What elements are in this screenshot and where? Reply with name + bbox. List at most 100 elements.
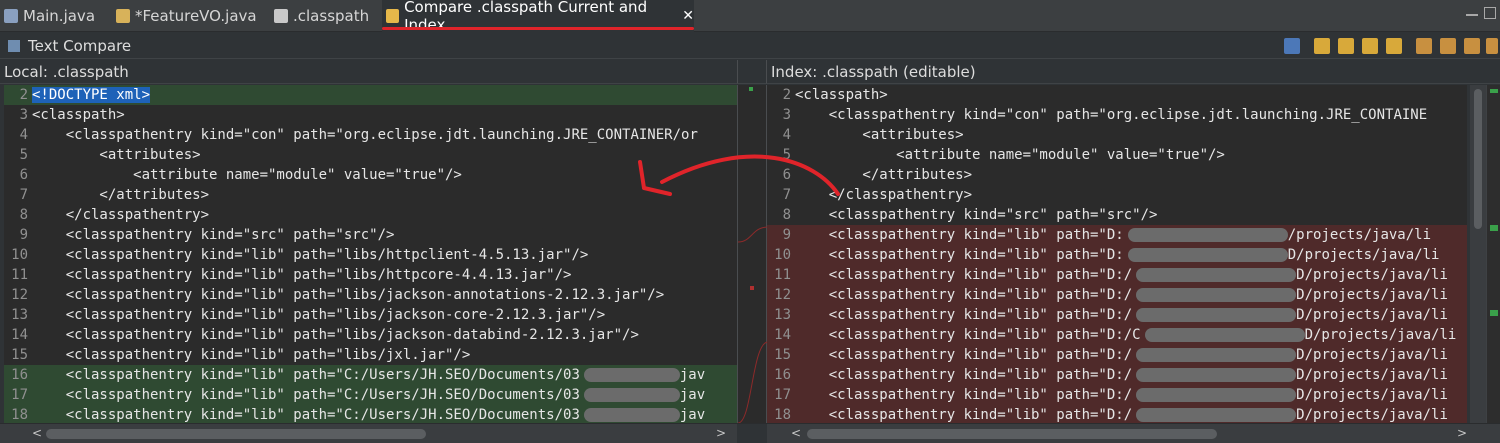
code-content-tail: D/projects/java/li — [1296, 347, 1448, 363]
code-text: <classpath> — [795, 85, 888, 105]
code-line[interactable]: 8 <classpathentry kind="src" path="src"/… — [767, 205, 1467, 225]
next-difference-icon[interactable] — [1416, 38, 1432, 54]
line-number: 9 — [19, 227, 28, 243]
code-line[interactable]: 12 <classpathentry kind="lib" path="libs… — [4, 285, 737, 305]
code-content: <classpath> — [795, 87, 888, 103]
line-number: 17 — [774, 387, 791, 403]
code-text: </attributes> — [32, 185, 209, 205]
right-editor[interactable]: 2 <classpath> 3 <classpathentry kind="con"… — [767, 85, 1467, 423]
scroll-right-arrow-icon[interactable]: > — [1457, 426, 1467, 440]
code-text: <classpathentry kind="lib" path="D:/ D/pr… — [795, 345, 1448, 365]
compare-icon — [386, 9, 400, 23]
code-line[interactable]: 17 <classpathentry kind="lib" path="D:/ D… — [767, 385, 1467, 405]
copy-current-left-icon[interactable] — [1338, 38, 1354, 54]
code-text: <classpathentry kind="lib" path="D:/ D/pr… — [795, 385, 1448, 405]
previous-change-icon[interactable] — [1486, 38, 1498, 54]
code-line[interactable]: 3 <classpath> — [4, 105, 737, 125]
code-line[interactable]: 10 <classpathentry kind="lib" path="D: D/… — [767, 245, 1467, 265]
scroll-right-arrow-icon[interactable]: > — [716, 426, 726, 440]
code-content: <classpathentry kind="lib" path="libs/ja… — [32, 287, 665, 303]
code-text: <classpathentry kind="con" path="org.ecl… — [795, 105, 1427, 125]
code-content: <classpath> — [32, 107, 125, 123]
redacted-text — [583, 388, 680, 402]
code-content: <classpathentry kind="con" path="org.ecl… — [32, 127, 698, 143]
scroll-left-arrow-icon[interactable]: < — [791, 426, 801, 440]
code-content: <classpathentry kind="lib" path="D:/ — [795, 267, 1133, 283]
code-text: <classpathentry kind="lib" path="D:/ D/pr… — [795, 265, 1448, 285]
tab-compare-classpath[interactable]: Compare .classpath Current and Index ✕ — [382, 0, 694, 34]
code-line[interactable]: 11 <classpathentry kind="lib" path="D:/ D… — [767, 265, 1467, 285]
left-editor[interactable]: 2 <!DOCTYPE xml> 3 <classpath> 4 <classpathe… — [4, 85, 737, 423]
line-number: 5 — [19, 147, 28, 163]
code-text: <classpathentry kind="src" path="src"/> — [32, 225, 395, 245]
code-line[interactable]: 2 <!DOCTYPE xml> — [4, 85, 737, 105]
previous-difference-icon[interactable] — [1440, 38, 1456, 54]
copy-all-right-icon[interactable] — [1386, 38, 1402, 54]
code-line[interactable]: 14 <classpathentry kind="lib" path="libs… — [4, 325, 737, 345]
overview-ruler — [1486, 85, 1500, 423]
maximize-icon[interactable] — [1484, 7, 1496, 19]
tab-main-java[interactable]: Main.java — [0, 0, 110, 32]
tab-annotation-underline — [382, 27, 694, 30]
code-line[interactable]: 6 </attributes> — [767, 165, 1467, 185]
copy-all-left-icon[interactable] — [1314, 38, 1330, 54]
line-number: 18 — [11, 407, 28, 423]
code-line[interactable]: 2 <classpath> — [767, 85, 1467, 105]
code-line[interactable]: 4 <attributes> — [767, 125, 1467, 145]
scroll-left-arrow-icon[interactable]: < — [32, 426, 42, 440]
vertical-scroll-thumb[interactable] — [1474, 89, 1482, 229]
code-line[interactable]: 9 <classpathentry kind="src" path="src"/… — [4, 225, 737, 245]
code-line[interactable]: 17 <classpathentry kind="lib" path="C:/U… — [4, 385, 737, 405]
tab-classpath[interactable]: .classpath — [270, 0, 374, 32]
code-text: <classpathentry kind="lib" path="libs/ja… — [32, 305, 605, 325]
code-content: <classpathentry kind="lib" path="D:/C — [795, 327, 1141, 343]
code-line[interactable]: 5 <attribute name="module" value="true"/… — [767, 145, 1467, 165]
code-text: <classpathentry kind="lib" path="libs/ht… — [32, 245, 589, 265]
tab-featurevo-java[interactable]: *FeatureVO.java — [112, 0, 262, 32]
code-text: <classpathentry kind="lib" path="libs/ja… — [32, 285, 664, 305]
swap-sides-icon[interactable] — [1284, 38, 1300, 54]
code-line[interactable]: 14 <classpathentry kind="lib" path="D:/C… — [767, 325, 1467, 345]
code-line[interactable]: 13 <classpathentry kind="lib" path="D:/ D… — [767, 305, 1467, 325]
code-content: <classpathentry kind="lib" path="D:/ — [795, 287, 1133, 303]
code-line[interactable]: 7 </classpathentry> — [767, 185, 1467, 205]
left-horizontal-scrollbar[interactable]: < > — [0, 423, 737, 443]
code-line[interactable]: 18 <classpathentry kind="lib" path="C:/U… — [4, 405, 737, 423]
diff-connector-lines — [737, 87, 769, 424]
close-icon[interactable]: ✕ — [682, 8, 694, 24]
right-vertical-scrollbar[interactable] — [1470, 85, 1486, 423]
java-file-icon — [4, 9, 18, 23]
code-line[interactable]: 10 <classpathentry kind="lib" path="libs… — [4, 245, 737, 265]
horizontal-scroll-thumb[interactable] — [46, 429, 426, 439]
code-text: <!DOCTYPE xml> — [32, 85, 151, 105]
copy-current-right-icon[interactable] — [1362, 38, 1378, 54]
code-text: <classpathentry kind="lib" path="C:/User… — [32, 385, 705, 405]
code-line[interactable]: 9 <classpathentry kind="lib" path="D: /pr… — [767, 225, 1467, 245]
line-number: 10 — [774, 247, 791, 263]
code-text: <classpathentry kind="lib" path="libs/jx… — [32, 345, 471, 365]
minimize-icon[interactable] — [1466, 14, 1478, 16]
center-pane-header — [737, 60, 767, 84]
next-change-icon[interactable] — [1464, 38, 1480, 54]
text-compare-icon — [8, 40, 20, 52]
code-content-tail: D/projects/java/li — [1296, 287, 1448, 303]
annotation-arrow — [638, 154, 840, 196]
code-content: <classpathentry kind="lib" path="D: — [795, 247, 1124, 263]
code-line[interactable]: 13 <classpathentry kind="lib" path="libs… — [4, 305, 737, 325]
horizontal-scroll-thumb[interactable] — [807, 429, 1217, 439]
redacted-text — [1136, 368, 1297, 382]
code-line[interactable]: 16 <classpathentry kind="lib" path="D:/ D… — [767, 365, 1467, 385]
code-line[interactable]: 18 <classpathentry kind="lib" path="D:/ D… — [767, 405, 1467, 423]
code-line[interactable]: 3 <classpathentry kind="con" path="org.e… — [767, 105, 1467, 125]
compare-title: Text Compare — [8, 37, 131, 55]
code-line[interactable]: 11 <classpathentry kind="lib" path="libs… — [4, 265, 737, 285]
tab-label: Main.java — [23, 7, 96, 25]
code-content: <classpathentry kind="lib" path="libs/ht… — [32, 267, 572, 283]
code-line[interactable]: 12 <classpathentry kind="lib" path="D:/ D… — [767, 285, 1467, 305]
code-line[interactable]: 16 <classpathentry kind="lib" path="C:/U… — [4, 365, 737, 385]
line-number: 13 — [774, 307, 791, 323]
code-line[interactable]: 15 <classpathentry kind="lib" path="D:/ D… — [767, 345, 1467, 365]
code-line[interactable]: 15 <classpathentry kind="lib" path="libs… — [4, 345, 737, 365]
right-horizontal-scrollbar[interactable]: < > — [767, 423, 1500, 443]
redacted-text — [1136, 408, 1297, 422]
